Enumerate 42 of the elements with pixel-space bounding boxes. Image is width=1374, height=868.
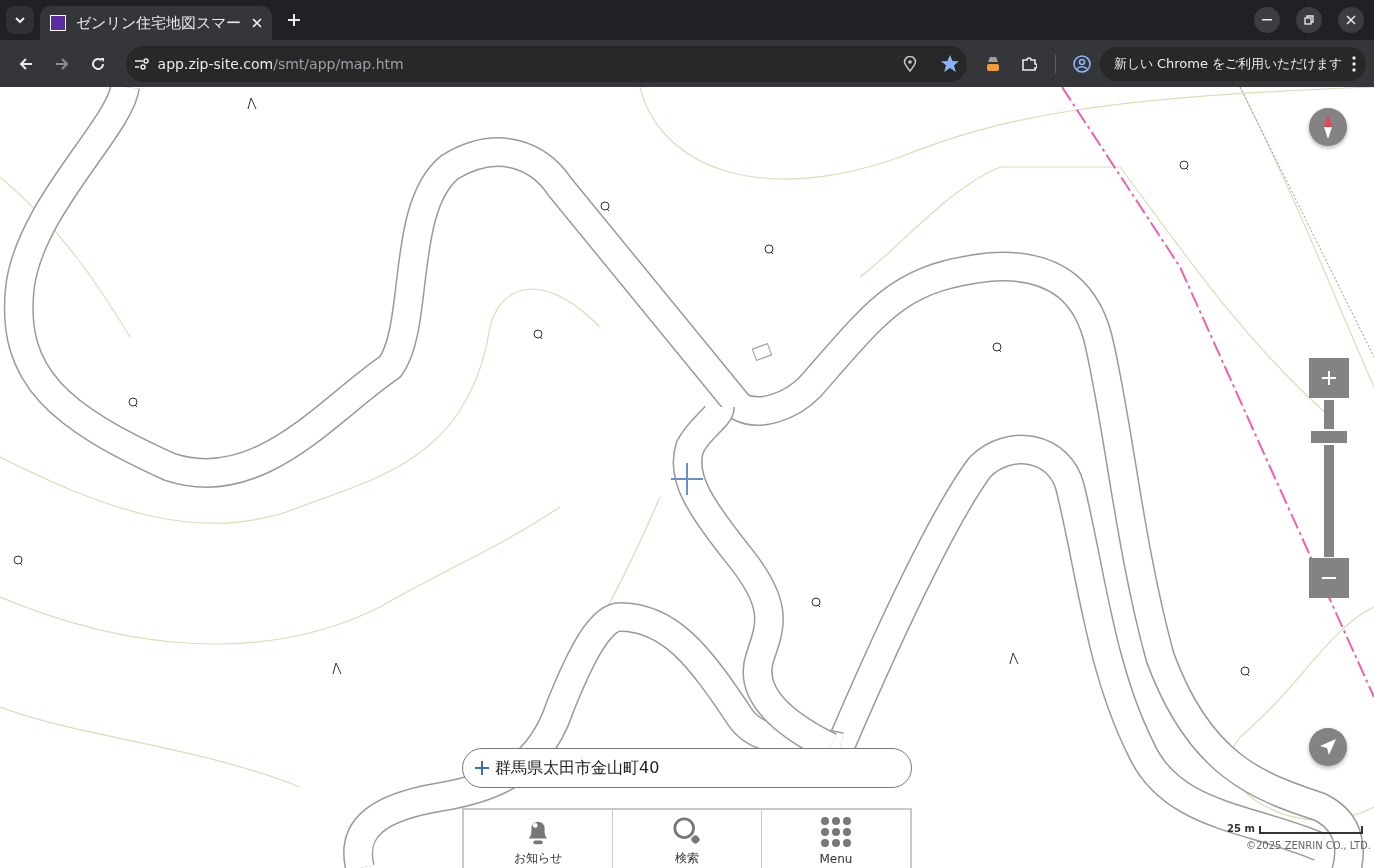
restore-button[interactable] bbox=[1296, 7, 1322, 33]
new-tab-icon[interactable] bbox=[288, 14, 300, 26]
reload-icon bbox=[90, 56, 105, 71]
profile-icon bbox=[1072, 54, 1091, 73]
navigation-arrow-icon bbox=[1319, 738, 1337, 756]
minimize-button[interactable] bbox=[1254, 7, 1280, 33]
compass-button[interactable] bbox=[1309, 108, 1347, 146]
close-window-button[interactable] bbox=[1338, 7, 1364, 33]
forward-arrow-icon bbox=[54, 56, 69, 71]
update-chrome-button[interactable]: 新しい Chrome をご利用いただけます bbox=[1099, 46, 1367, 81]
minus-icon bbox=[1322, 577, 1336, 579]
current-location-button[interactable] bbox=[1309, 728, 1347, 766]
compass-needle-icon bbox=[1323, 115, 1333, 139]
tab-list-button[interactable] bbox=[6, 6, 34, 34]
copyright-text: ©2025 ZENRIN CO., LTD. bbox=[1246, 840, 1371, 851]
back-arrow-icon bbox=[18, 56, 33, 71]
scale-bar-icon bbox=[1258, 826, 1363, 834]
zoom-slider-thumb[interactable] bbox=[1311, 429, 1347, 445]
address-text: 群馬県太田市金山町40 bbox=[495, 757, 660, 779]
plus-icon bbox=[475, 761, 489, 775]
tab-title: ゼンリン住宅地図スマー bbox=[76, 13, 242, 33]
browser-tab[interactable]: ゼンリン住宅地図スマー bbox=[40, 6, 272, 40]
grid-icon bbox=[820, 816, 852, 848]
url-text: app.zip-site.com/smt/app/map.htm bbox=[157, 55, 405, 72]
address-bar[interactable]: 群馬県太田市金山町40 bbox=[462, 748, 912, 788]
favicon-icon bbox=[50, 15, 66, 31]
scale-label: 25 m bbox=[1227, 823, 1255, 834]
search-icon bbox=[671, 816, 703, 846]
location-pin-icon[interactable] bbox=[903, 55, 918, 72]
site-settings-icon[interactable] bbox=[133, 56, 150, 71]
minimize-icon bbox=[1262, 19, 1272, 21]
crosshair-icon bbox=[670, 462, 704, 496]
plus-icon bbox=[1322, 371, 1336, 385]
puzzle-icon bbox=[1021, 55, 1037, 72]
zoom-in-button[interactable] bbox=[1309, 358, 1349, 398]
close-icon bbox=[1346, 15, 1356, 25]
star-icon[interactable] bbox=[941, 54, 960, 73]
address-field[interactable]: app.zip-site.com/smt/app/map.htm bbox=[125, 45, 968, 82]
chevron-down-icon bbox=[14, 16, 26, 24]
close-icon[interactable] bbox=[252, 18, 262, 28]
restore-icon bbox=[1304, 15, 1314, 25]
more-icon bbox=[1352, 55, 1357, 72]
